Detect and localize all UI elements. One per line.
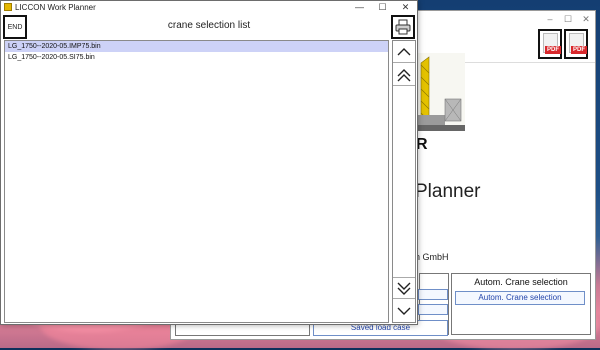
app-name-text: Planner [415,181,481,202]
crane-file-list[interactable]: LG_1750--2020-05.IMP75.bin LG_1750--2020… [4,40,389,323]
crane-selection-dialog: LICCON Work Planner — ☐ ✕ END crane sele… [0,0,418,325]
main-window-controls: – ☐ ✕ [541,11,595,27]
hidden-button-stub[interactable] [418,289,448,300]
hidden-button-stub[interactable] [418,304,448,315]
app-icon [4,3,12,11]
autom-crane-button[interactable]: Autom. Crane selection [455,291,585,305]
close-button[interactable]: ✕ [394,1,417,14]
arrow-up-icon [397,48,411,56]
scroll-down-button[interactable] [393,300,415,322]
arrow-down-icon [397,307,411,315]
page-up-button[interactable] [393,64,415,86]
list-heading: crane selection list [167,20,251,31]
end-button[interactable]: END [3,15,27,39]
pdf-button[interactable]: PDF [538,29,562,59]
pdf-label: PDF [545,46,561,54]
double-arrow-down-icon [397,282,411,295]
company-text: n GmbH [415,252,449,262]
scroll-up-button[interactable] [393,41,415,63]
main-minimize-button[interactable]: – [541,11,559,27]
main-maximize-button[interactable]: ☐ [559,11,577,27]
list-item[interactable]: LG_1750--2020-05.SI75.bin [5,52,388,63]
main-close-button[interactable]: ✕ [577,11,595,27]
pdf-button[interactable]: PDF [564,29,588,59]
maximize-button[interactable]: ☐ [371,1,394,14]
printer-icon [395,19,411,35]
list-item[interactable]: LG_1750--2020-05.IMP75.bin [5,41,388,52]
pdf-label: PDF [571,46,587,54]
print-button[interactable] [391,15,415,39]
double-arrow-up-icon [397,69,411,82]
minimize-button[interactable]: — [348,1,371,14]
dialog-titlebar[interactable]: LICCON Work Planner — ☐ ✕ [1,1,417,14]
dialog-title: LICCON Work Planner [15,3,96,12]
scroll-controls [392,40,416,323]
page-down-button[interactable] [393,277,415,299]
crane-image [415,53,465,131]
autom-crane-panel: Autom. Crane selection Autom. Crane sele… [451,273,591,335]
autom-crane-title: Autom. Crane selection [474,277,568,287]
dialog-window-controls: — ☐ ✕ [348,1,417,14]
